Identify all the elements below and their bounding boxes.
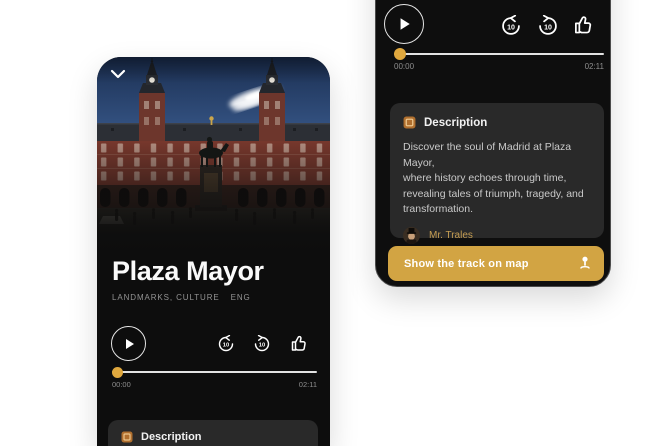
play-button[interactable]	[384, 4, 424, 44]
progress-bar[interactable]	[394, 47, 604, 61]
page-title: Plaza Mayor	[112, 256, 264, 286]
description-icon	[121, 431, 133, 443]
collapse-button[interactable]	[108, 67, 128, 83]
rewind-10-button[interactable]: 10	[500, 14, 522, 37]
author-row: Mr. Trales	[403, 226, 591, 244]
elapsed-time: 00:00	[112, 380, 131, 389]
svg-text:10: 10	[544, 24, 552, 31]
like-button[interactable]	[290, 333, 310, 353]
category-list: LANDMARKS, CULTURE	[112, 293, 220, 302]
map-button-label: Show the track on map	[404, 257, 529, 270]
show-track-on-map-button[interactable]: Show the track on map	[388, 246, 604, 281]
language-label: ENG	[230, 293, 251, 302]
rewind-10-icon: 10	[502, 14, 520, 35]
thumbs-up-icon	[291, 335, 306, 351]
progress-thumb[interactable]	[112, 366, 123, 378]
elapsed-time: 00:00	[394, 62, 415, 71]
svg-text:10: 10	[223, 343, 229, 349]
forward-10-icon: 10	[254, 334, 270, 352]
forward-10-button[interactable]: 10	[537, 14, 559, 37]
left-phone: Plaza Mayor LANDMARKS, CULTURE ENG 10 10	[97, 57, 330, 446]
author-name: Mr. Trales	[429, 229, 473, 241]
description-heading: Description	[141, 431, 202, 443]
author-avatar	[403, 226, 420, 244]
screenshot-canvas: Plaza Mayor LANDMARKS, CULTURE ENG 10 10	[0, 0, 670, 446]
category-row: LANDMARKS, CULTURE ENG	[112, 293, 251, 302]
description-card: Description Discover the soul of Madrid …	[390, 103, 604, 244]
time-row: 00:00 02:11	[112, 380, 317, 389]
time-row: 00:00 02:11	[394, 62, 604, 71]
play-button[interactable]	[111, 326, 146, 361]
play-icon	[125, 338, 134, 349]
duration-time: 02:11	[298, 380, 317, 389]
progress-bar[interactable]	[112, 365, 317, 379]
description-heading: Description	[424, 116, 488, 129]
thumbs-up-icon	[575, 16, 592, 34]
rewind-10-icon: 10	[218, 334, 234, 352]
rewind-10-button[interactable]: 10	[217, 334, 235, 353]
forward-10-button[interactable]: 10	[253, 334, 271, 353]
svg-text:10: 10	[507, 24, 515, 31]
duration-time: 02:11	[584, 62, 604, 71]
like-button[interactable]	[573, 13, 596, 36]
right-phone: 10 10 00:00 02:11 Description Discover t…	[375, 0, 611, 287]
description-body: Discover the soul of Madrid at Plaza May…	[403, 141, 584, 215]
progress-track	[112, 371, 317, 373]
progress-thumb[interactable]	[394, 48, 406, 60]
play-icon	[400, 18, 410, 30]
svg-text:10: 10	[259, 343, 265, 349]
description-card: Description	[108, 420, 318, 446]
progress-track	[394, 53, 604, 55]
plaza-mayor-photo	[97, 57, 330, 257]
chevron-down-icon	[110, 69, 126, 79]
forward-10-icon: 10	[539, 14, 557, 35]
description-icon	[403, 116, 416, 129]
map-person-pin-icon	[580, 256, 590, 269]
